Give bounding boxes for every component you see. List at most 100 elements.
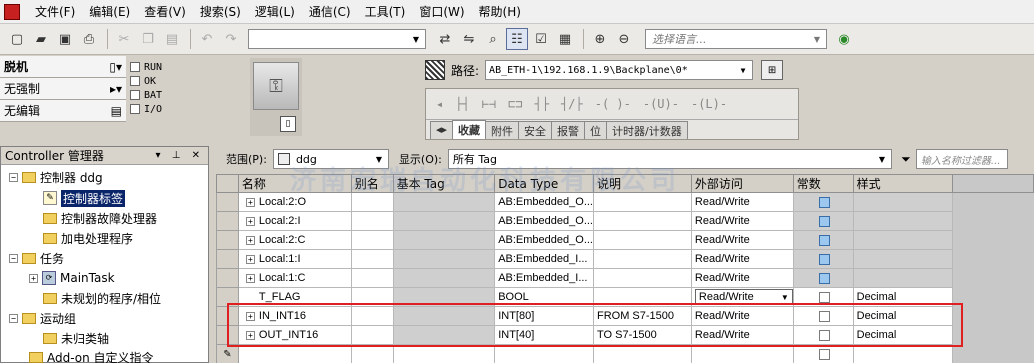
tree-tasks[interactable]: − 任务 xyxy=(9,248,64,268)
new-tag-name-cell[interactable] xyxy=(237,344,352,363)
otl-icon[interactable]: -(U)- xyxy=(643,97,679,111)
tag-name-cell[interactable]: + Local:2:O xyxy=(237,192,352,212)
external-access-cell[interactable]: Read/Write xyxy=(690,249,794,269)
data-type-cell[interactable]: BOOL xyxy=(494,287,594,307)
zoom-out-icon[interactable]: ⊖ xyxy=(613,28,635,50)
tree-ungrouped-axes[interactable]: 未归类轴 xyxy=(43,328,109,348)
chevron-down-icon[interactable]: ▼ xyxy=(810,31,824,47)
expand-icon[interactable]: + xyxy=(245,273,255,283)
globe-icon[interactable]: ◉ xyxy=(833,28,855,50)
scroll-left-icon[interactable]: ◂ xyxy=(436,97,443,111)
alias-cell[interactable] xyxy=(350,268,394,288)
new-data-type-cell[interactable] xyxy=(494,344,594,363)
expand-icon[interactable]: + xyxy=(245,330,255,340)
tree-maintask[interactable]: + ⟳ MainTask xyxy=(29,268,115,288)
branch-level-icon[interactable]: ⊏⊐ xyxy=(508,97,522,111)
tree-addon[interactable]: Add-on 自定义指令 xyxy=(29,347,154,363)
xic-icon[interactable]: ┤├ xyxy=(535,97,549,111)
palette-tab-scroll[interactable]: ◂▸ xyxy=(430,121,454,139)
menu-communications[interactable]: 通信(C) xyxy=(302,1,358,23)
row-header[interactable] xyxy=(216,306,239,326)
description-cell[interactable] xyxy=(592,211,692,231)
tag-name-cell[interactable]: + IN_INT16 xyxy=(237,306,352,326)
table-row[interactable]: + IN_INT16 INT[80] FROM S7-1500 Read/Write De… xyxy=(216,306,1034,326)
tree-fault-handler[interactable]: 控制器故障处理器 xyxy=(43,208,157,228)
filter-icon[interactable]: ⏷ xyxy=(896,149,916,169)
tag-name-cell[interactable]: + Local:1:C xyxy=(237,268,352,288)
style-cell[interactable]: Decimal xyxy=(852,306,954,326)
row-header[interactable] xyxy=(216,287,239,307)
menu-view[interactable]: 查看(V) xyxy=(137,1,193,23)
table-row[interactable]: + Local:1:C AB:Embedded_I... Read/Write xyxy=(216,268,1034,288)
row-header[interactable] xyxy=(216,211,239,231)
find-icon[interactable]: ⌕ xyxy=(482,28,504,50)
controller-organizer-icon[interactable]: ☷ xyxy=(506,28,528,50)
style-cell[interactable] xyxy=(852,268,954,288)
alias-cell[interactable] xyxy=(350,230,394,250)
ote-icon[interactable]: -( )- xyxy=(595,97,631,111)
constant-cell[interactable] xyxy=(792,192,854,212)
mode-dropdown-icon[interactable]: ▯▾ xyxy=(109,60,122,74)
palette-tab-favorites[interactable]: 收藏 xyxy=(452,120,487,139)
tree-unscheduled[interactable]: 未规划的程序/相位 xyxy=(43,288,161,308)
rung-icon[interactable]: ├┤ xyxy=(455,97,469,111)
search-combo[interactable]: ▼ xyxy=(248,29,426,49)
description-cell[interactable]: FROM S7-1500 xyxy=(592,306,692,326)
col-style[interactable]: 样式 xyxy=(852,174,954,193)
zoom-in-icon[interactable]: ⊕ xyxy=(589,28,611,50)
tree-motion-groups[interactable]: − 运动组 xyxy=(9,308,76,328)
alias-cell[interactable] xyxy=(350,249,394,269)
description-cell[interactable]: TO S7-1500 xyxy=(592,325,692,345)
data-type-cell[interactable]: AB:Embedded_O... xyxy=(494,192,594,212)
chevron-down-icon[interactable]: ▼ xyxy=(875,151,889,167)
row-header[interactable] xyxy=(216,325,239,345)
constant-checkbox[interactable] xyxy=(818,291,830,303)
row-header[interactable] xyxy=(216,230,239,250)
data-type-cell[interactable]: AB:Embedded_I... xyxy=(494,268,594,288)
tag-name-cell[interactable]: + Local:1:I xyxy=(237,249,352,269)
col-alias[interactable]: 别名 xyxy=(350,174,394,193)
description-cell[interactable] xyxy=(592,287,692,307)
tag-name-cell[interactable]: + OUT_INT16 xyxy=(237,325,352,345)
table-row[interactable]: + OUT_INT16 INT[40] TO S7-1500 Read/Write Dec… xyxy=(216,325,1034,345)
constant-checkbox[interactable] xyxy=(818,234,830,246)
external-access-cell[interactable]: Read/Write ▼ xyxy=(690,287,794,307)
tag-name-cell[interactable]: T_FLAG xyxy=(237,287,352,307)
expand-icon[interactable]: + xyxy=(245,216,255,226)
expand-icon[interactable]: + xyxy=(245,254,255,264)
verify-routine-icon[interactable]: ⇄ xyxy=(434,28,456,50)
menu-file[interactable]: 文件(F) xyxy=(28,1,82,23)
table-row[interactable]: T_FLAG BOOL Read/Write ▼ Decimal xyxy=(216,287,1034,307)
menu-logic[interactable]: 逻辑(L) xyxy=(248,1,302,23)
language-select[interactable]: 选择语言... ▼ xyxy=(645,29,827,49)
expand-icon[interactable]: + xyxy=(245,311,255,321)
constant-checkbox[interactable] xyxy=(818,310,830,322)
style-cell[interactable] xyxy=(852,230,954,250)
chevron-down-icon[interactable]: ▼ xyxy=(736,62,750,78)
constant-checkbox[interactable] xyxy=(818,215,830,227)
expand-icon[interactable]: + xyxy=(245,235,255,245)
style-cell[interactable]: Decimal xyxy=(852,325,954,345)
palette-tab-timer-counter[interactable]: 计时器/计数器 xyxy=(606,121,688,139)
description-cell[interactable] xyxy=(592,230,692,250)
app-icon[interactable] xyxy=(4,3,20,20)
forces-dropdown-icon[interactable]: ▸▾ xyxy=(110,82,122,96)
row-header[interactable] xyxy=(216,268,239,288)
col-base-tag[interactable]: 基本 Tag xyxy=(392,174,496,193)
chevron-down-icon[interactable]: ▼ xyxy=(781,293,789,302)
new-alias-cell[interactable] xyxy=(350,344,394,363)
alias-cell[interactable] xyxy=(350,287,394,307)
new-base-tag-cell[interactable] xyxy=(392,344,496,363)
table-row[interactable]: + Local:2:C AB:Embedded_O... Read/Write xyxy=(216,230,1034,250)
collapse-icon[interactable]: − xyxy=(9,253,18,263)
pane-controls[interactable]: ▾ ⊥ ✕ xyxy=(156,150,208,161)
palette-tab-bit[interactable]: 位 xyxy=(584,121,608,139)
mode-status[interactable]: 脱机 ▯▾ xyxy=(0,56,126,78)
alias-cell[interactable] xyxy=(350,211,394,231)
description-cell[interactable] xyxy=(592,268,692,288)
constant-cell[interactable] xyxy=(792,211,854,231)
collapse-icon[interactable]: − xyxy=(9,172,18,182)
style-cell[interactable] xyxy=(852,211,954,231)
description-cell[interactable] xyxy=(592,249,692,269)
external-access-cell[interactable]: Read/Write xyxy=(690,268,794,288)
